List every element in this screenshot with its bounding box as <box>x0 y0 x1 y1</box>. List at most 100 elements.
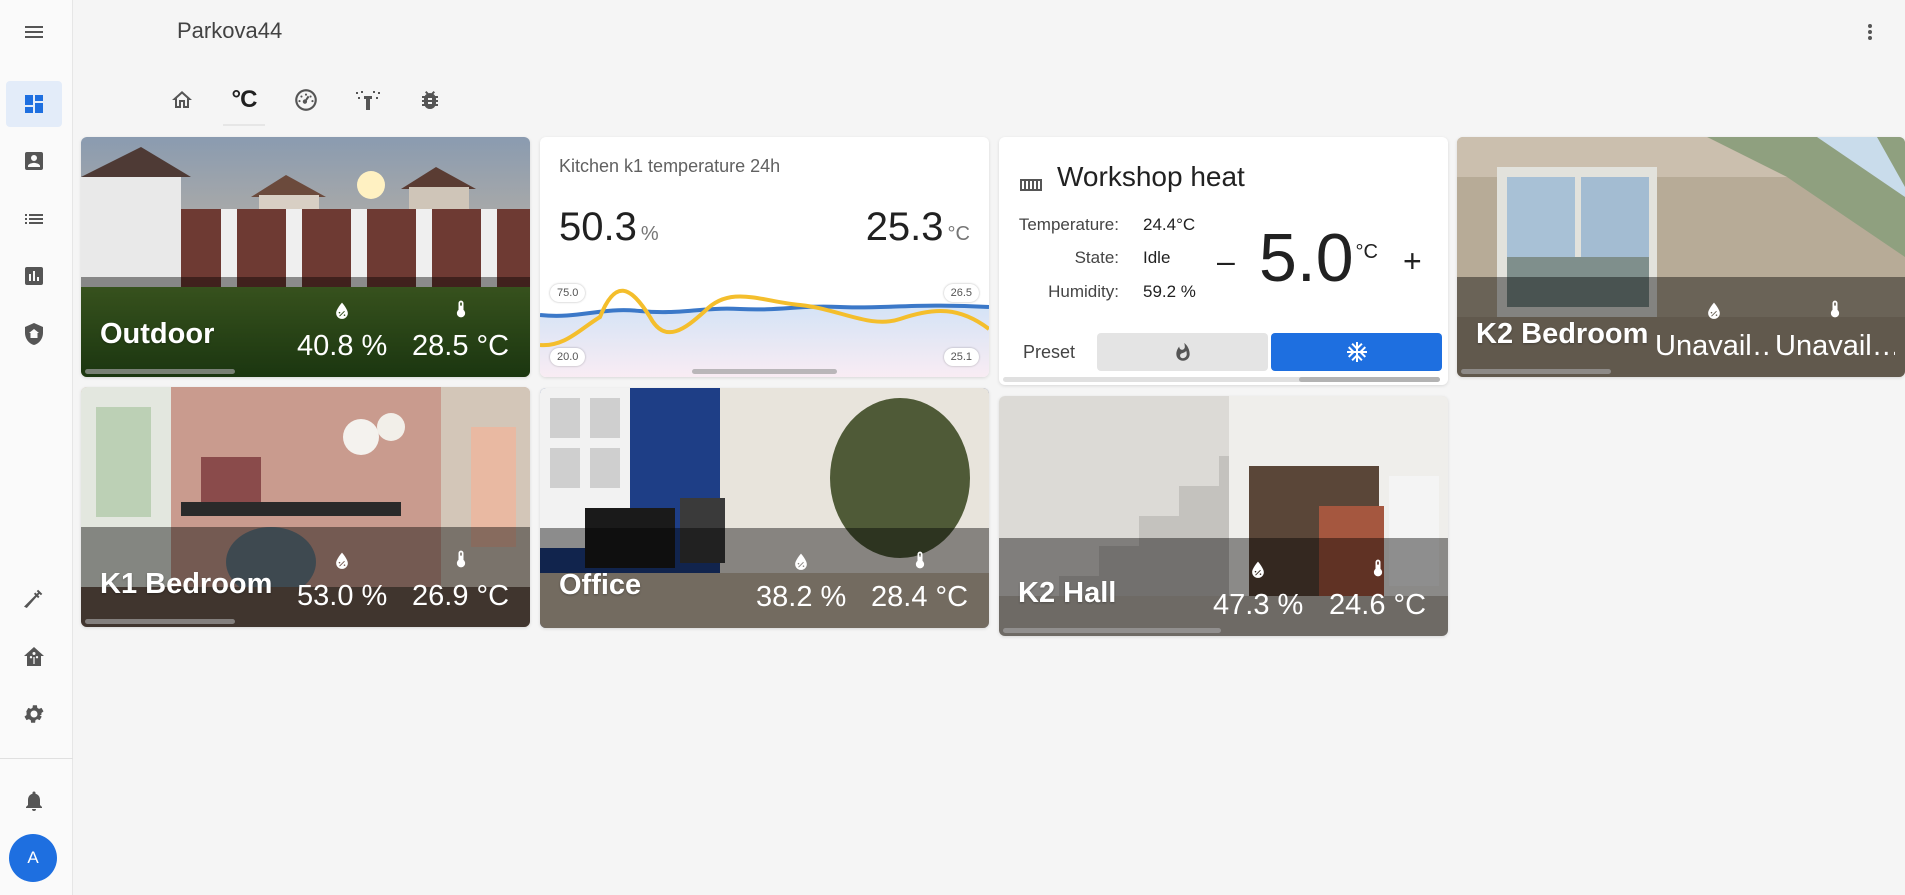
water-percent-icon <box>795 553 807 570</box>
thermometer-icon <box>1830 300 1840 318</box>
graph-left-max: 75.0 <box>550 284 586 302</box>
sidebar-item-logbook[interactable] <box>6 196 62 242</box>
sidebar-item-settings[interactable] <box>6 691 62 737</box>
state-label: State: <box>1074 248 1119 267</box>
preset-heat-button[interactable] <box>1097 333 1268 371</box>
sidebar-item-overview[interactable] <box>6 81 62 127</box>
area-name: K1 Bedroom <box>100 568 273 600</box>
avatar-letter: A <box>27 848 39 867</box>
thermometer-icon <box>915 551 924 569</box>
radiator-icon <box>1020 179 1042 191</box>
thermostat-name: Workshop heat <box>1057 161 1245 192</box>
water-percent-icon <box>336 302 348 319</box>
temperature-reading: 25.3 °C <box>866 205 970 250</box>
tab-temperature[interactable]: °C <box>219 76 269 126</box>
menu-button[interactable] <box>16 14 52 50</box>
scroll-indicator <box>1461 369 1611 374</box>
thermometer-icon <box>456 300 465 318</box>
hammer-icon <box>24 589 43 608</box>
scroll-indicator <box>85 619 235 624</box>
scroll-indicator <box>85 369 235 374</box>
sidebar: A <box>0 0 73 895</box>
area-card-k2-hall[interactable]: K2 Hall 47.3 % 24.6 °C <box>999 396 1448 636</box>
graph-left-min: 20.0 <box>550 348 586 366</box>
decrease-button[interactable]: – <box>1217 243 1235 280</box>
sensor-card-kitchen[interactable]: Kitchen k1 temperature 24h 50.3% 25.3 °C … <box>540 137 989 377</box>
area-card-k2-bedroom[interactable]: K2 Bedroom Unavail… Unavail… <box>1457 137 1905 377</box>
target-value: 5.0 <box>1259 220 1354 296</box>
target-unit: °C <box>1355 241 1378 263</box>
tab-home[interactable] <box>157 76 207 124</box>
water-percent-icon <box>1252 561 1264 578</box>
humidity-sensor[interactable]: 53.0 % <box>297 550 387 613</box>
temperature-value: 28.4 °C <box>871 581 969 613</box>
dots-vertical-icon <box>1868 24 1872 40</box>
more-options-button[interactable] <box>1852 14 1888 50</box>
temperature-sensor[interactable]: 26.9 °C <box>412 546 509 613</box>
area-card-outdoor[interactable]: Outdoor 40.8 % 28.5 °C <box>81 137 530 377</box>
temperature-sensor[interactable]: 24.6 °C <box>1329 555 1426 622</box>
avatar[interactable]: A <box>9 834 57 882</box>
area-card-office[interactable]: Office 38.2 % 28.4 °C <box>540 388 989 628</box>
top-bar: Parkova44 <box>0 0 1905 64</box>
sidebar-divider <box>0 758 73 759</box>
humidity-sensor[interactable]: 47.3 % <box>1213 559 1303 622</box>
thermometer-icon <box>1373 559 1382 577</box>
sidebar-item-developer-tools[interactable] <box>6 576 62 622</box>
celsius-icon: °C <box>231 86 258 113</box>
gauge-icon <box>295 89 317 111</box>
humidity-label: Humidity: <box>1048 282 1119 301</box>
humidity-value: 40.8 % <box>297 330 388 362</box>
humidity-sensor[interactable]: 40.8 % <box>297 300 387 363</box>
tab-gauges[interactable] <box>281 76 331 124</box>
graph-right-max: 26.5 <box>943 284 979 302</box>
temperature-value: 24.4°C <box>1143 215 1196 234</box>
sidebar-item-notifications[interactable] <box>6 778 62 824</box>
temperature-value: 24.6 °C <box>1329 589 1427 621</box>
thermostat-card-workshop[interactable]: Workshop heat Temperature: 24.4°C State:… <box>999 137 1448 385</box>
area-name: K2 Hall <box>1018 577 1117 609</box>
sidebar-item-history[interactable] <box>6 253 62 299</box>
snowflake-icon <box>1346 342 1367 362</box>
area-card-k1-bedroom[interactable]: K1 Bedroom 53.0 % 26.9 °C <box>81 387 530 627</box>
tab-irrigation[interactable] <box>343 76 393 124</box>
bell-icon <box>26 791 42 811</box>
humidity-sensor[interactable]: 38.2 % <box>756 551 846 614</box>
area-name: Outdoor <box>100 318 215 350</box>
thermometer-icon <box>456 550 465 568</box>
humidity-value: 53.0 % <box>297 580 388 612</box>
list-icon <box>25 214 43 224</box>
sidebar-item-map[interactable] <box>6 138 62 184</box>
preset-label: Preset <box>1023 342 1076 362</box>
scroll-indicator <box>1299 377 1440 382</box>
target-temperature: 5.0 °C <box>1259 219 1378 297</box>
graph-right-min: 25.1 <box>943 348 979 366</box>
humidity-value: 47.3 % <box>1213 589 1304 621</box>
hamburger-icon <box>25 26 43 38</box>
chart-icon <box>25 267 43 285</box>
tab-debug[interactable] <box>405 76 455 124</box>
temperature-sensor[interactable]: 28.5 °C <box>412 296 509 363</box>
humidity-unit: % <box>640 223 659 245</box>
temperature-sensor[interactable]: Unavail… <box>1775 296 1895 363</box>
increase-button[interactable]: + <box>1403 243 1422 280</box>
temperature-value: 26.9 °C <box>412 580 510 612</box>
sidebar-item-home-assistant[interactable] <box>6 634 62 680</box>
fire-icon <box>1175 342 1190 361</box>
temperature-unit: °C <box>947 223 970 245</box>
gear-icon <box>24 705 44 723</box>
preset-cool-button[interactable] <box>1271 333 1442 371</box>
scroll-indicator <box>692 369 837 374</box>
sidebar-item-security[interactable] <box>6 311 62 357</box>
humidity-value: 38.2 % <box>756 581 847 613</box>
water-percent-icon <box>336 552 348 569</box>
dashboard-title: Parkova44 <box>177 18 283 43</box>
temperature-sensor[interactable]: 28.4 °C <box>871 547 968 614</box>
humidity-value: 59.2 % <box>1143 282 1196 301</box>
humidity-value: Unavail… <box>1655 330 1773 362</box>
humidity-reading: 50.3% <box>559 205 659 250</box>
humidity-sensor[interactable]: Unavail… <box>1655 300 1773 363</box>
scroll-indicator <box>1003 628 1221 633</box>
area-name: K2 Bedroom <box>1476 318 1649 350</box>
home-icon <box>172 91 192 108</box>
